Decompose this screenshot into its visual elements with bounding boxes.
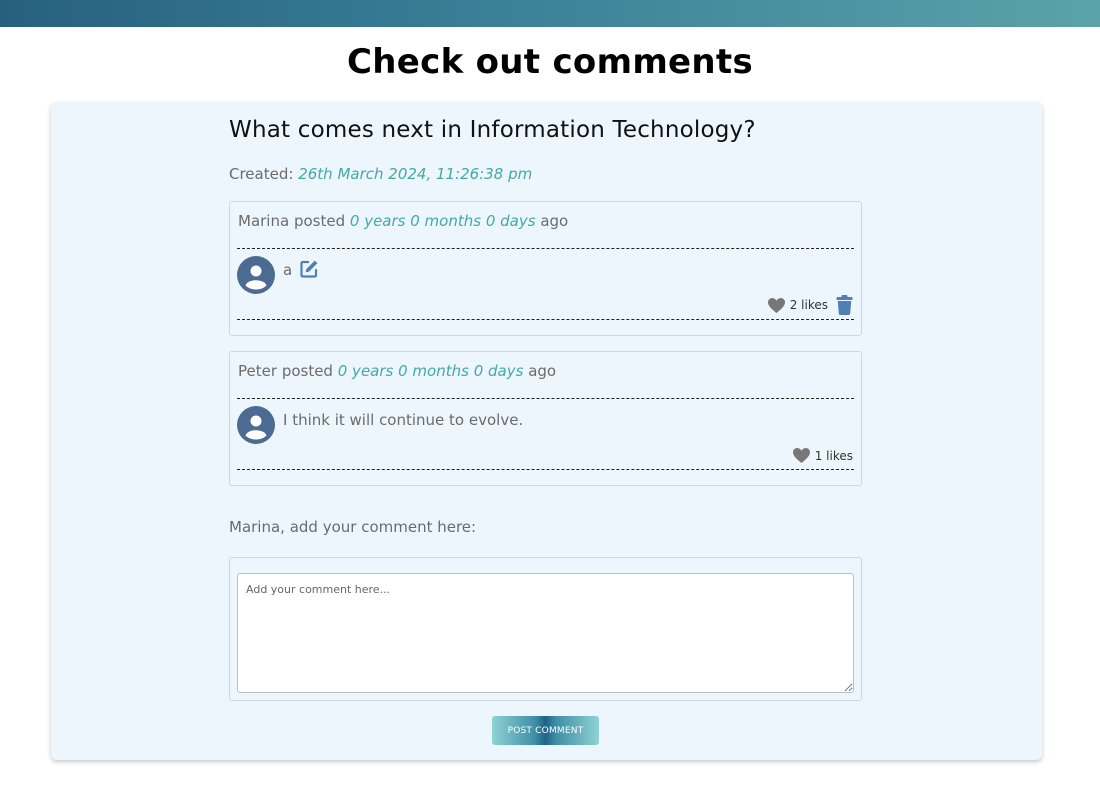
likes-count: 2 likes [789, 298, 828, 312]
comment-author: Marina [238, 212, 290, 230]
comment-ago: ago [540, 212, 569, 230]
divider [237, 469, 854, 470]
comment-text: I think it will continue to evolve. [283, 411, 524, 429]
divider [237, 248, 854, 249]
created-date: 26th March 2024, 11:26:38 pm [298, 165, 533, 183]
page-title: Check out comments [347, 42, 753, 82]
likes-row: 1 likes [792, 447, 853, 464]
comment-text: a [283, 261, 293, 279]
post-title: What comes next in Information Technolog… [229, 117, 756, 143]
likes-row: 2 likes [767, 295, 853, 315]
comment-meta: Peter posted 0 years 0 months 0 days ago [238, 362, 556, 380]
comment-age: 0 years 0 months 0 days [337, 362, 524, 380]
created-label: Created: [229, 165, 294, 183]
trash-icon[interactable] [836, 295, 853, 315]
post-created: Created: 26th March 2024, 11:26:38 pm [229, 165, 532, 183]
comment-input[interactable] [237, 573, 854, 693]
comment-age: 0 years 0 months 0 days [349, 212, 536, 230]
comment-meta: Marina posted 0 years 0 months 0 days ag… [238, 212, 568, 230]
comment-item: Peter posted 0 years 0 months 0 days ago… [229, 351, 862, 486]
user-avatar-icon [237, 256, 275, 294]
divider [237, 319, 854, 320]
top-header-bar [0, 0, 1100, 27]
comment-ago: ago [528, 362, 557, 380]
comment-form [229, 557, 862, 701]
comment-item: Marina posted 0 years 0 months 0 days ag… [229, 201, 862, 336]
comment-author: Peter [238, 362, 278, 380]
user-avatar-icon [237, 406, 275, 444]
heart-icon[interactable] [767, 297, 786, 314]
divider [237, 398, 854, 399]
likes-count: 1 likes [814, 448, 853, 463]
add-comment-label: Marina, add your comment here: [229, 518, 477, 536]
edit-icon[interactable] [299, 259, 319, 279]
post-comment-button[interactable]: POST COMMENT [492, 716, 599, 745]
comment-posted-word: posted [281, 362, 333, 380]
heart-icon[interactable] [792, 447, 811, 464]
comment-posted-word: posted [293, 212, 346, 230]
